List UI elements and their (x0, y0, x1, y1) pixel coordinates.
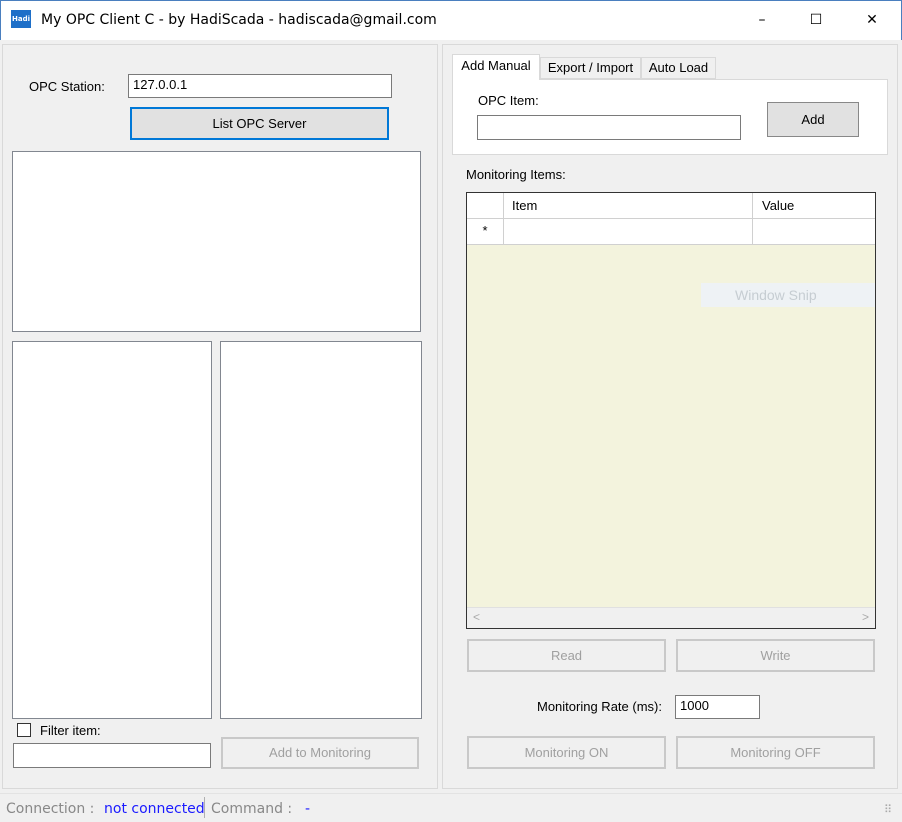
list-opc-server-button[interactable]: List OPC Server (130, 107, 389, 140)
grid-new-row[interactable]: * (467, 219, 875, 245)
opc-station-input[interactable]: 127.0.0.1 (128, 74, 392, 98)
item-list[interactable] (220, 341, 422, 719)
scroll-left-icon[interactable]: < (473, 610, 480, 624)
app-icon: Hadi (11, 10, 31, 28)
monitoring-rate-input[interactable]: 1000 (675, 695, 760, 719)
write-button[interactable]: Write (676, 639, 875, 672)
connection-status: not connected (104, 801, 205, 817)
horizontal-scrollbar[interactable]: < > (467, 607, 875, 628)
title-bar: Hadi My OPC Client C - by HadiScada - ha… (0, 0, 902, 40)
resize-grip-icon[interactable]: ⠿ (884, 803, 892, 816)
opc-item-label: OPC Item: (478, 93, 539, 108)
tab-add-manual[interactable]: Add Manual (452, 54, 540, 80)
new-row-value-cell[interactable] (753, 219, 875, 245)
branch-list[interactable] (12, 341, 212, 719)
window-title: My OPC Client C - by HadiScada - hadisca… (41, 12, 437, 28)
close-button[interactable]: ✕ (849, 1, 895, 39)
monitoring-on-button[interactable]: Monitoring ON (467, 736, 666, 769)
grid-corner-cell (467, 193, 504, 219)
monitoring-grid[interactable]: Item Value * Window Snip < > (466, 192, 876, 629)
status-divider (204, 797, 205, 818)
monitoring-off-button[interactable]: Monitoring OFF (676, 736, 875, 769)
add-to-monitoring-button[interactable]: Add to Monitoring (221, 737, 419, 769)
tab-auto-load[interactable]: Auto Load (641, 57, 716, 79)
column-header-item[interactable]: Item (504, 193, 753, 219)
opc-item-input[interactable] (477, 115, 741, 140)
tab-export-import[interactable]: Export / Import (540, 57, 641, 79)
monitoring-rate-label: Monitoring Rate (ms): (537, 699, 662, 714)
add-button[interactable]: Add (767, 102, 859, 137)
opc-station-label: OPC Station: (29, 79, 105, 94)
filter-input[interactable] (13, 743, 211, 768)
read-button[interactable]: Read (467, 639, 666, 672)
status-bar: Connection : not connected Command : - ⠿ (0, 793, 902, 822)
filter-item-label: Filter item: (40, 723, 101, 738)
column-header-value[interactable]: Value (753, 193, 875, 219)
grid-header: Item Value (467, 193, 875, 219)
maximize-button[interactable]: ☐ (793, 1, 839, 39)
server-list[interactable] (12, 151, 421, 332)
new-row-marker: * (467, 219, 504, 245)
monitoring-items-label: Monitoring Items: (466, 167, 566, 182)
filter-checkbox[interactable] (17, 723, 31, 737)
window-snip-overlay: Window Snip (701, 283, 875, 307)
command-value: - (305, 801, 311, 817)
connection-label: Connection : (6, 801, 95, 817)
new-row-item-cell[interactable] (504, 219, 753, 245)
minimize-button[interactable]: – (739, 1, 785, 39)
command-label: Command : (211, 801, 293, 817)
scroll-right-icon[interactable]: > (862, 610, 869, 624)
